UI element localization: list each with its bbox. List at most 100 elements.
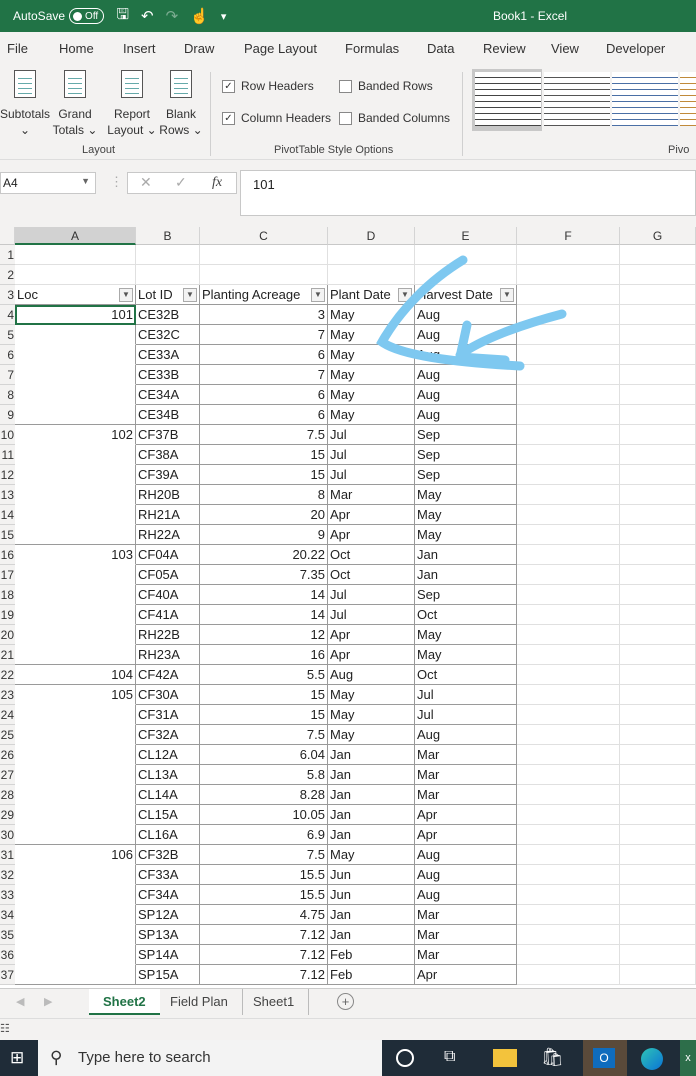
- cell[interactable]: Apr: [415, 805, 517, 825]
- row-header[interactable]: 33: [0, 885, 15, 905]
- row-header[interactable]: 14: [0, 505, 15, 525]
- tab-developer[interactable]: Developer: [606, 41, 665, 56]
- cell[interactable]: [620, 585, 696, 605]
- cell[interactable]: 6: [200, 405, 328, 425]
- tab-review[interactable]: Review: [483, 41, 526, 56]
- cell[interactable]: [517, 885, 620, 905]
- cell[interactable]: CE33A: [136, 345, 200, 365]
- cell[interactable]: Apr: [415, 965, 517, 985]
- cell[interactable]: [517, 585, 620, 605]
- excel-taskbar-icon[interactable]: x: [680, 1040, 696, 1076]
- row-header[interactable]: 29: [0, 805, 15, 825]
- cell[interactable]: Apr: [328, 645, 415, 665]
- sheet-tab-sheet2[interactable]: Sheet2: [89, 989, 160, 1015]
- cell[interactable]: 6: [200, 385, 328, 405]
- row-header[interactable]: 18: [0, 585, 15, 605]
- row-headers-checkbox[interactable]: ✓ Row Headers: [222, 79, 314, 93]
- cell[interactable]: Jan: [328, 925, 415, 945]
- insert-function-icon[interactable]: fx: [212, 175, 222, 191]
- cell[interactable]: [620, 385, 696, 405]
- formula-input[interactable]: 101: [240, 170, 696, 216]
- cell[interactable]: CL16A: [136, 825, 200, 845]
- cell[interactable]: [620, 865, 696, 885]
- cell[interactable]: [620, 885, 696, 905]
- cell[interactable]: May: [415, 645, 517, 665]
- cell[interactable]: [620, 405, 696, 425]
- cell[interactable]: Aug: [415, 325, 517, 345]
- cell[interactable]: [620, 625, 696, 645]
- cell[interactable]: CF31A: [136, 705, 200, 725]
- cell[interactable]: [517, 645, 620, 665]
- row-header[interactable]: 6: [0, 345, 15, 365]
- column-header-d[interactable]: D: [328, 227, 415, 245]
- cell[interactable]: [15, 345, 136, 365]
- cell[interactable]: [517, 425, 620, 445]
- cell[interactable]: Feb: [328, 965, 415, 985]
- row-header[interactable]: 36: [0, 945, 15, 965]
- cell[interactable]: Aug: [415, 865, 517, 885]
- cell[interactable]: Jan: [328, 825, 415, 845]
- cell[interactable]: [517, 665, 620, 685]
- row-header[interactable]: 9: [0, 405, 15, 425]
- cell[interactable]: Apr: [328, 525, 415, 545]
- cell[interactable]: 14: [200, 585, 328, 605]
- cell[interactable]: [620, 945, 696, 965]
- column-header-b[interactable]: B: [136, 227, 200, 245]
- header-cell[interactable]: Planting Acreage ▼: [200, 285, 328, 305]
- header-cell[interactable]: Harvest Date ▼: [415, 285, 517, 305]
- cell[interactable]: [517, 625, 620, 645]
- cell[interactable]: Oct: [328, 545, 415, 565]
- cell[interactable]: [620, 325, 696, 345]
- cell[interactable]: 104: [15, 665, 136, 685]
- cell[interactable]: [15, 885, 136, 905]
- cell[interactable]: 15: [200, 445, 328, 465]
- cell[interactable]: [15, 525, 136, 545]
- cell[interactable]: [15, 565, 136, 585]
- cell[interactable]: May: [328, 725, 415, 745]
- cell[interactable]: May: [415, 525, 517, 545]
- cell[interactable]: May: [328, 345, 415, 365]
- column-header-e[interactable]: E: [415, 227, 517, 245]
- cell[interactable]: [15, 825, 136, 845]
- cell[interactable]: [328, 245, 415, 265]
- cell[interactable]: Oct: [415, 605, 517, 625]
- cell[interactable]: 7.35: [200, 565, 328, 585]
- cell[interactable]: [517, 765, 620, 785]
- tab-view[interactable]: View: [551, 41, 579, 56]
- cell[interactable]: Mar: [328, 485, 415, 505]
- cell[interactable]: Aug: [415, 845, 517, 865]
- cell[interactable]: [15, 945, 136, 965]
- cell[interactable]: RH22A: [136, 525, 200, 545]
- cell[interactable]: Jun: [328, 865, 415, 885]
- cell[interactable]: [517, 565, 620, 585]
- row-header[interactable]: 25: [0, 725, 15, 745]
- cell[interactable]: Mar: [415, 905, 517, 925]
- customize-qat-icon[interactable]: ▾: [221, 10, 227, 23]
- scroll-right-icon[interactable]: ▶: [44, 995, 52, 1008]
- cell[interactable]: May: [328, 405, 415, 425]
- cell[interactable]: [15, 505, 136, 525]
- cell[interactable]: May: [415, 625, 517, 645]
- header-cell[interactable]: Plant Date ▼: [328, 285, 415, 305]
- cell[interactable]: [15, 585, 136, 605]
- cell[interactable]: [15, 605, 136, 625]
- cell[interactable]: Mar: [415, 765, 517, 785]
- cell[interactable]: Sep: [415, 585, 517, 605]
- header-cell[interactable]: Lot ID ▼: [136, 285, 200, 305]
- cell[interactable]: [620, 445, 696, 465]
- cell[interactable]: [620, 345, 696, 365]
- row-header[interactable]: 10: [0, 425, 15, 445]
- cell[interactable]: [415, 245, 517, 265]
- cell[interactable]: 105: [15, 685, 136, 705]
- row-header[interactable]: 3: [0, 285, 15, 305]
- cell[interactable]: [15, 325, 136, 345]
- cell[interactable]: [200, 245, 328, 265]
- outlook-icon[interactable]: O: [583, 1040, 627, 1076]
- cell[interactable]: RH23A: [136, 645, 200, 665]
- cell[interactable]: [136, 245, 200, 265]
- cell[interactable]: [620, 805, 696, 825]
- cell[interactable]: [517, 525, 620, 545]
- edge-icon[interactable]: [641, 1048, 663, 1070]
- cell[interactable]: CF04A: [136, 545, 200, 565]
- cell[interactable]: [15, 465, 136, 485]
